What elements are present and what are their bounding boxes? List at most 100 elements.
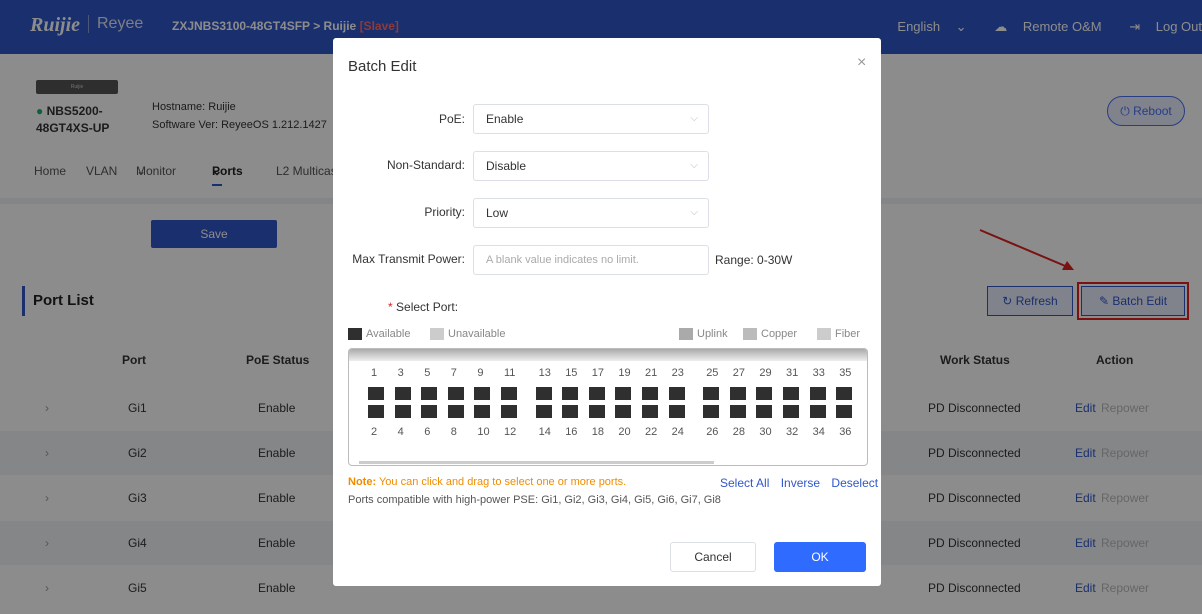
poe-label: PoE: — [438, 112, 465, 126]
inverse-link[interactable]: Inverse — [781, 476, 820, 490]
switch-port-5[interactable] — [421, 387, 438, 400]
switch-port-11[interactable] — [501, 387, 517, 400]
legend-fiber-label: Fiber — [835, 328, 861, 340]
port-selection-note: Note: You can click and drag to select o… — [348, 476, 626, 488]
port-number-top: 13 — [538, 367, 551, 379]
switch-port-13[interactable] — [535, 387, 552, 400]
switch-port-18[interactable] — [588, 405, 605, 418]
port-number-top: 35 — [839, 367, 852, 379]
switch-port-12[interactable] — [501, 405, 517, 418]
switch-port-25[interactable] — [703, 387, 720, 400]
deselect-link[interactable]: Deselect — [831, 476, 878, 490]
port-number-top: 7 — [450, 367, 457, 379]
switch-port-16[interactable] — [562, 405, 579, 418]
switch-port-22[interactable] — [642, 405, 658, 418]
switch-port-24[interactable] — [668, 405, 685, 418]
port-number-top: 23 — [671, 367, 684, 379]
panel-header — [349, 349, 867, 361]
port-number-top: 15 — [565, 367, 578, 379]
chevron-down-icon: ⌵ — [690, 113, 698, 124]
switch-port-4[interactable] — [394, 405, 411, 418]
port-number-bottom: 24 — [671, 426, 684, 438]
legend-uplink: Uplink — [679, 328, 728, 341]
switch-port-10[interactable] — [474, 405, 491, 418]
note-text: You can click and drag to select one or … — [378, 476, 627, 488]
poe-select[interactable]: Enable ⌵ — [473, 104, 709, 134]
legend-copper: Copper — [743, 328, 797, 341]
switch-port-33[interactable] — [809, 387, 826, 400]
port-number-bottom: 20 — [618, 426, 631, 438]
cancel-button[interactable]: Cancel — [670, 542, 756, 572]
switch-port-17[interactable] — [588, 387, 605, 400]
port-number-bottom: 34 — [812, 426, 825, 438]
switch-port-29[interactable] — [756, 387, 773, 400]
ok-button[interactable]: OK — [774, 542, 866, 572]
port-number-bottom: 10 — [477, 426, 490, 438]
switch-port-23[interactable] — [668, 387, 685, 400]
switch-port-19[interactable] — [615, 387, 632, 400]
legend-available: Available — [348, 328, 410, 341]
fiber-port-icon — [817, 328, 831, 341]
switch-port-2[interactable] — [368, 405, 384, 418]
non-standard-select[interactable]: Disable ⌵ — [473, 151, 709, 181]
switch-port-26[interactable] — [703, 405, 720, 418]
port-number-top: 17 — [591, 367, 605, 379]
port-number-top: 5 — [424, 367, 431, 379]
select-all-link[interactable]: Select All — [720, 476, 769, 490]
batch-edit-dialog: Batch Edit × PoE: Enable ⌵ Non-Standard: … — [333, 38, 881, 586]
port-number-bottom: 26 — [706, 426, 719, 438]
switch-port-27[interactable] — [729, 387, 746, 400]
switch-port-8[interactable] — [447, 405, 464, 418]
port-number-top: 3 — [397, 367, 404, 379]
switch-port-15[interactable] — [562, 387, 579, 400]
legend-uplink-label: Uplink — [697, 328, 728, 340]
switch-port-1[interactable] — [368, 387, 384, 400]
legend-unavailable-label: Unavailable — [448, 328, 506, 340]
port-number-bottom: 4 — [397, 426, 404, 438]
port-number-top: 33 — [812, 367, 825, 379]
non-standard-label: Non-Standard: — [386, 158, 465, 172]
select-port-label: * Select Port: — [388, 300, 458, 314]
switch-port-6[interactable] — [421, 405, 438, 418]
poe-value: Enable — [486, 112, 524, 126]
port-number-bottom: 18 — [591, 426, 605, 438]
switch-port-28[interactable] — [729, 405, 746, 418]
priority-select[interactable]: Low ⌵ — [473, 198, 709, 228]
switch-port-31[interactable] — [783, 387, 799, 400]
port-number-bottom: 8 — [450, 426, 457, 438]
close-icon[interactable]: × — [857, 54, 866, 72]
switch-port-36[interactable] — [836, 405, 853, 418]
uplink-port-icon — [679, 328, 693, 341]
port-number-top: 11 — [504, 367, 516, 379]
switch-port-34[interactable] — [809, 405, 826, 418]
switch-port-14[interactable] — [535, 405, 552, 418]
high-power-compat-info: Ports compatible with high-power PSE: Gi… — [348, 494, 721, 506]
port-number-top: 31 — [786, 367, 799, 379]
port-number-top: 9 — [477, 367, 484, 379]
port-number-top: 19 — [618, 367, 631, 379]
panel-scrollbar[interactable] — [359, 461, 714, 464]
non-standard-value: Disable — [486, 159, 527, 173]
switch-port-3[interactable] — [394, 387, 411, 400]
priority-value: Low — [486, 206, 509, 220]
port-number-bottom: 32 — [786, 426, 799, 438]
port-number-bottom: 14 — [538, 426, 551, 438]
switch-port-21[interactable] — [642, 387, 658, 400]
switch-port-35[interactable] — [836, 387, 853, 400]
max-power-input[interactable]: A blank value indicates no limit. — [473, 245, 709, 275]
port-number-bottom: 2 — [371, 426, 378, 438]
port-number-bottom: 30 — [759, 426, 772, 438]
port-number-bottom: 28 — [732, 426, 746, 438]
switch-port-20[interactable] — [615, 405, 632, 418]
port-number-top: 1 — [371, 367, 378, 379]
unavailable-port-icon — [430, 328, 444, 341]
switch-port-30[interactable] — [756, 405, 773, 418]
switch-port-panel[interactable]: 1357911131517192123252729313335372468101… — [348, 348, 868, 466]
select-port-text: Select Port: — [396, 300, 459, 314]
max-power-label: Max Transmit Power: — [352, 252, 465, 266]
switch-port-9[interactable] — [474, 387, 491, 400]
switch-port-7[interactable] — [447, 387, 464, 400]
chevron-down-icon: ⌵ — [690, 160, 698, 171]
switch-port-32[interactable] — [783, 405, 799, 418]
chevron-down-icon: ⌵ — [690, 207, 698, 218]
